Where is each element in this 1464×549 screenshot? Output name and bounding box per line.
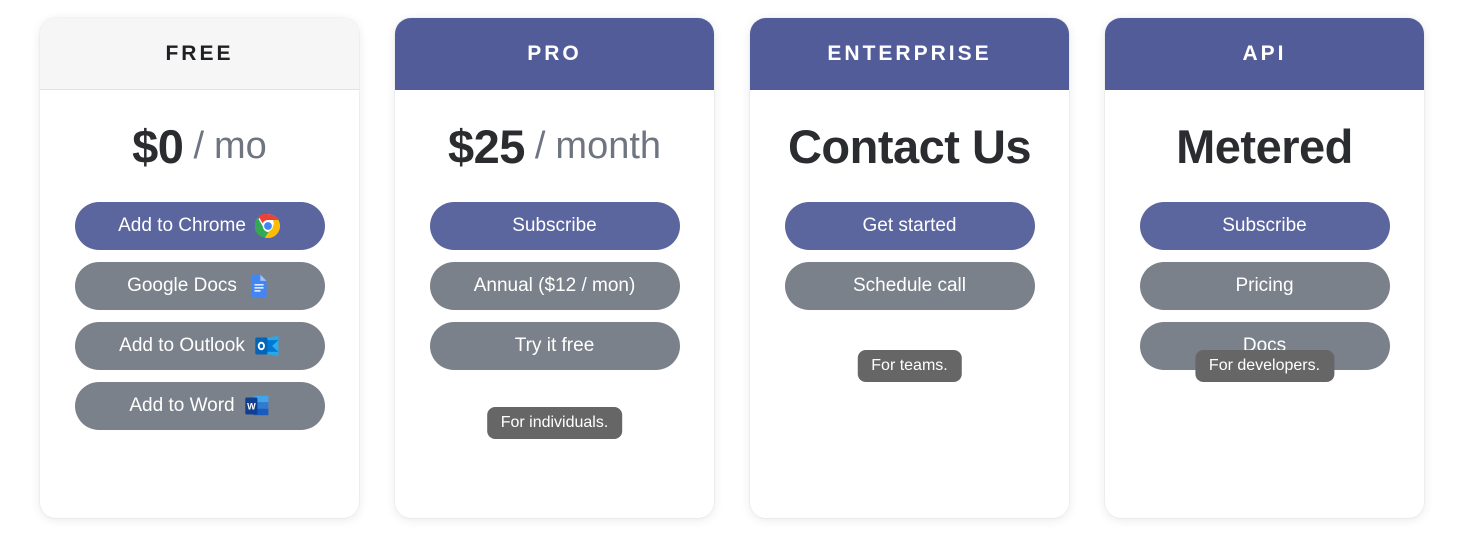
action-button-add-to-chrome[interactable]: Add to Chrome bbox=[74, 202, 325, 250]
plan-name: PRO bbox=[527, 42, 582, 65]
plan-name: API bbox=[1242, 42, 1287, 65]
action-button-schedule-call[interactable]: Schedule call bbox=[784, 262, 1035, 310]
tooltip-pro: For individuals. bbox=[486, 407, 623, 439]
card-header-api: API bbox=[1105, 18, 1424, 90]
button-label: Add to Outlook bbox=[119, 335, 245, 357]
price-period: month bbox=[555, 124, 662, 167]
action-button-add-to-outlook[interactable]: Add to Outlook bbox=[74, 322, 325, 370]
button-label: Google Docs bbox=[127, 275, 237, 297]
button-label: Add to Word bbox=[129, 395, 235, 417]
outlook-icon bbox=[255, 335, 279, 357]
action-button-google-docs[interactable]: Google Docs bbox=[74, 262, 325, 310]
price-period: mo bbox=[214, 124, 267, 167]
price-amount: $25 bbox=[447, 119, 525, 173]
button-label: Get started bbox=[862, 215, 957, 237]
button-label: Pricing bbox=[1235, 275, 1294, 297]
action-button-pricing[interactable]: Pricing bbox=[1139, 262, 1390, 310]
price-amount: Contact Us bbox=[787, 119, 1032, 173]
card-header-enterprise: ENTERPRISE bbox=[750, 18, 1069, 90]
pricing-card-grid: FREE $0/mo Add to Chrome Google Docs Add to … bbox=[0, 0, 1464, 518]
card-header-pro: PRO bbox=[395, 18, 714, 90]
tooltip-api: For developers. bbox=[1194, 350, 1335, 382]
price-row-pro: $25/month bbox=[395, 90, 714, 202]
price-separator: / bbox=[193, 124, 205, 167]
button-stack-api: Subscribe Pricing Docs For developers. bbox=[1105, 202, 1424, 518]
button-stack-enterprise: Get started Schedule call For teams. bbox=[750, 202, 1069, 518]
button-label: Try it free bbox=[514, 335, 595, 357]
plan-name: ENTERPRISE bbox=[827, 42, 992, 65]
button-label: Annual ($12 / mon) bbox=[473, 275, 636, 297]
button-label: Subscribe bbox=[1222, 215, 1307, 237]
action-button-get-started[interactable]: Get started bbox=[784, 202, 1035, 250]
tooltip-enterprise: For teams. bbox=[857, 350, 962, 382]
word-icon: W bbox=[244, 395, 268, 416]
button-label: Schedule call bbox=[852, 275, 967, 297]
plan-name: FREE bbox=[165, 41, 234, 65]
action-button-subscribe[interactable]: Subscribe bbox=[1139, 202, 1390, 250]
price-amount: Metered bbox=[1176, 119, 1353, 173]
pricing-card-enterprise: ENTERPRISE Contact Us Get started Schedule … bbox=[750, 18, 1069, 518]
action-button-try-it-free[interactable]: Try it free bbox=[429, 322, 680, 370]
svg-text:W: W bbox=[247, 402, 256, 412]
price-row-free: $0/mo bbox=[40, 90, 359, 202]
pricing-card-api: API Metered Subscribe Pricing Docs For develo… bbox=[1105, 18, 1424, 518]
action-button-add-to-word[interactable]: Add to Word W bbox=[74, 382, 325, 430]
action-button-annual-12-mon[interactable]: Annual ($12 / mon) bbox=[429, 262, 680, 310]
price-amount: $0 bbox=[132, 119, 184, 173]
pricing-card-free: FREE $0/mo Add to Chrome Google Docs Add to … bbox=[40, 18, 359, 518]
button-stack-free: Add to Chrome Google Docs Add to Outlook Ad… bbox=[40, 202, 359, 518]
button-stack-pro: Subscribe Annual ($12 / mon) Try it free Fo… bbox=[395, 202, 714, 518]
button-label: Subscribe bbox=[512, 215, 597, 237]
card-header-free: FREE bbox=[40, 18, 359, 90]
price-row-enterprise: Contact Us bbox=[750, 90, 1069, 202]
action-button-subscribe[interactable]: Subscribe bbox=[429, 202, 680, 250]
price-separator: / bbox=[534, 124, 546, 167]
chrome-icon bbox=[254, 213, 280, 238]
button-label: Add to Chrome bbox=[118, 215, 246, 237]
google-docs-icon bbox=[251, 274, 267, 298]
price-row-api: Metered bbox=[1105, 90, 1424, 202]
pricing-card-pro: PRO $25/month Subscribe Annual ($12 / mon) T… bbox=[395, 18, 714, 518]
